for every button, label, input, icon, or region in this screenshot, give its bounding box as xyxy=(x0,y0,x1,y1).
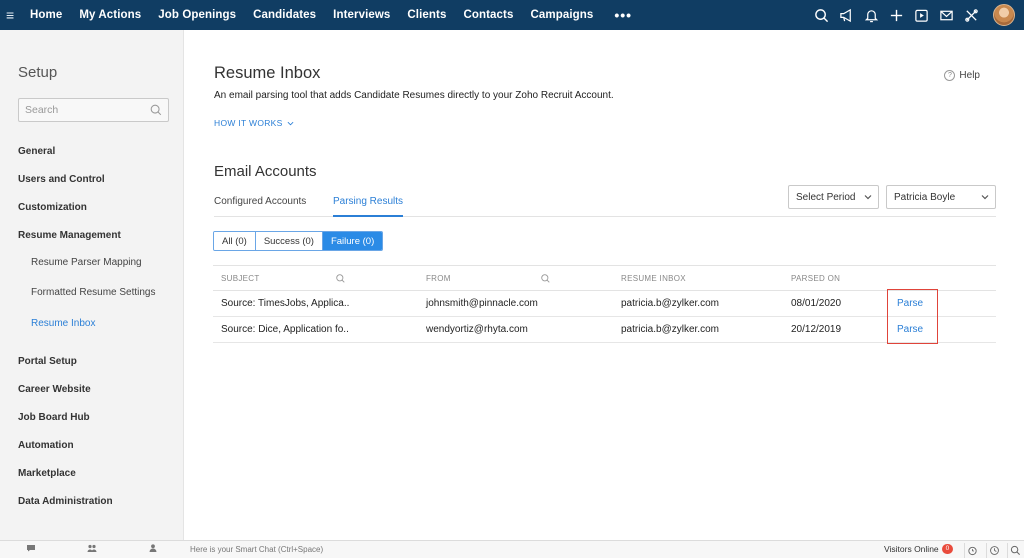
nav-more-button[interactable]: ••• xyxy=(614,7,632,23)
page-title: Resume Inbox xyxy=(214,64,321,82)
nav-my-actions[interactable]: My Actions xyxy=(79,9,141,21)
nav-campaigns[interactable]: Campaigns xyxy=(530,9,593,21)
page-description: An email parsing tool that adds Candidat… xyxy=(214,90,614,101)
select-period-dropdown[interactable]: Select Period xyxy=(788,185,879,209)
chevron-down-icon xyxy=(981,195,989,200)
cell-parsed-on: 08/01/2020 xyxy=(791,298,842,309)
sidebar-item-automation[interactable]: Automation xyxy=(18,440,74,451)
user-select-dropdown[interactable]: Patricia Boyle xyxy=(886,185,996,209)
help-icon: ? xyxy=(944,70,956,81)
nav-clients[interactable]: Clients xyxy=(407,9,446,21)
contacts-shortcut[interactable] xyxy=(135,541,171,552)
nav-interviews[interactable]: Interviews xyxy=(333,9,390,21)
search-icon[interactable] xyxy=(540,273,551,284)
column-header-parsed-on[interactable]: PARSED ON xyxy=(791,274,840,283)
cell-subject: Source: Dice, Application fo.. xyxy=(221,324,349,335)
alarm-icon[interactable] xyxy=(964,543,979,558)
parse-highlight-box xyxy=(887,289,938,344)
sidebar-item-marketplace[interactable]: Marketplace xyxy=(18,468,76,479)
sidebar-search-input[interactable] xyxy=(19,99,139,121)
sidebar-item-resume-inbox[interactable]: Resume Inbox xyxy=(31,318,95,329)
hamburger-menu-icon[interactable]: ≡ xyxy=(6,7,30,23)
cell-from: johnsmith@pinnacle.com xyxy=(426,298,538,309)
sidebar-item-career-website[interactable]: Career Website xyxy=(18,384,91,395)
sidebar-item-resume-parser-mapping[interactable]: Resume Parser Mapping xyxy=(31,257,142,268)
sidebar-search-box[interactable] xyxy=(18,98,169,122)
cell-parsed-on: 20/12/2019 xyxy=(791,324,842,335)
visitors-count-badge: 0 xyxy=(941,544,954,554)
help-label: Help xyxy=(959,70,980,81)
help-link[interactable]: ? Help xyxy=(944,70,980,81)
column-header-subject[interactable]: SUBJECT xyxy=(221,274,260,283)
tab-parsing-results[interactable]: Parsing Results xyxy=(333,196,404,217)
nav-contacts[interactable]: Contacts xyxy=(463,9,513,21)
nav-items: Home My Actions Job Openings Candidates … xyxy=(30,7,632,23)
column-header-resume-inbox[interactable]: RESUME INBOX xyxy=(621,274,686,283)
megaphone-icon[interactable] xyxy=(835,4,857,26)
chevron-down-icon xyxy=(287,121,294,126)
nav-icons xyxy=(810,0,1024,30)
how-it-works-label: HOW IT WORKS xyxy=(214,118,283,128)
nav-job-openings[interactable]: Job Openings xyxy=(158,9,236,21)
table-row[interactable]: Source: Dice, Application fo.. wendyorti… xyxy=(213,317,996,343)
setup-sidebar: Setup General Users and Control Customiz… xyxy=(0,30,184,540)
select-period-label: Select Period xyxy=(796,191,856,203)
smart-chat-input[interactable]: Here is your Smart Chat (Ctrl+Space) xyxy=(186,543,866,557)
visitors-label: Visitors Online xyxy=(884,544,939,554)
cell-resume-inbox: patricia.b@zylker.com xyxy=(621,298,719,309)
nav-home[interactable]: Home xyxy=(30,9,62,21)
sidebar-item-general[interactable]: General xyxy=(18,146,55,157)
chat-icon xyxy=(26,545,35,552)
person-icon xyxy=(149,544,157,552)
search-icon[interactable] xyxy=(810,4,832,26)
sidebar-item-resume-management[interactable]: Resume Management xyxy=(18,230,121,241)
plus-icon[interactable] xyxy=(885,4,907,26)
search-icon[interactable] xyxy=(149,103,163,117)
tab-configured-accounts[interactable]: Configured Accounts xyxy=(214,196,306,217)
group-icon xyxy=(87,544,97,552)
mail-icon[interactable] xyxy=(935,4,957,26)
cell-resume-inbox: patricia.b@zylker.com xyxy=(621,324,719,335)
sidebar-item-formatted-resume-settings[interactable]: Formatted Resume Settings xyxy=(31,287,156,298)
bottom-bar: Here is your Smart Chat (Ctrl+Space) Vis… xyxy=(0,540,1024,558)
user-select-label: Patricia Boyle xyxy=(894,191,956,203)
main-content: Resume Inbox ? Help An email parsing too… xyxy=(184,30,1024,540)
calendar-icon[interactable] xyxy=(910,4,932,26)
how-it-works-link[interactable]: HOW IT WORKS xyxy=(214,118,294,128)
cell-subject: Source: TimesJobs, Applica.. xyxy=(221,298,350,309)
result-filter-group: All (0) Success (0) Failure (0) xyxy=(213,231,384,251)
search-icon[interactable] xyxy=(1007,543,1022,558)
sidebar-item-users-and-control[interactable]: Users and Control xyxy=(18,174,105,185)
nav-candidates[interactable]: Candidates xyxy=(253,9,316,21)
table-header: SUBJECT FROM RESUME INBOX PARSED ON xyxy=(213,265,996,291)
user-avatar[interactable] xyxy=(993,4,1015,26)
column-header-from[interactable]: FROM xyxy=(426,274,451,283)
bell-icon[interactable] xyxy=(860,4,882,26)
search-icon[interactable] xyxy=(335,273,346,284)
chevron-down-icon xyxy=(864,195,872,200)
cell-from: wendyortiz@rhyta.com xyxy=(426,324,528,335)
sidebar-item-portal-setup[interactable]: Portal Setup xyxy=(18,356,77,367)
sidebar-item-customization[interactable]: Customization xyxy=(18,202,87,213)
filter-all-button[interactable]: All (0) xyxy=(214,232,256,250)
sidebar-item-data-administration[interactable]: Data Administration xyxy=(18,496,113,507)
chats-shortcut[interactable] xyxy=(13,541,49,552)
email-accounts-heading: Email Accounts xyxy=(214,163,317,180)
history-icon[interactable] xyxy=(986,543,1001,558)
top-nav: ≡ Home My Actions Job Openings Candidate… xyxy=(0,0,1024,30)
table-row[interactable]: Source: TimesJobs, Applica.. johnsmith@p… xyxy=(213,291,996,317)
sidebar-item-job-board-hub[interactable]: Job Board Hub xyxy=(18,412,90,423)
sidebar-title: Setup xyxy=(18,64,58,81)
visitors-online[interactable]: Visitors Online 0 xyxy=(884,544,954,554)
channels-shortcut[interactable] xyxy=(74,541,110,552)
bottom-shortcuts xyxy=(0,541,184,558)
filter-success-button[interactable]: Success (0) xyxy=(255,232,323,250)
filter-failure-button[interactable]: Failure (0) xyxy=(322,232,383,250)
tools-icon[interactable] xyxy=(960,4,982,26)
